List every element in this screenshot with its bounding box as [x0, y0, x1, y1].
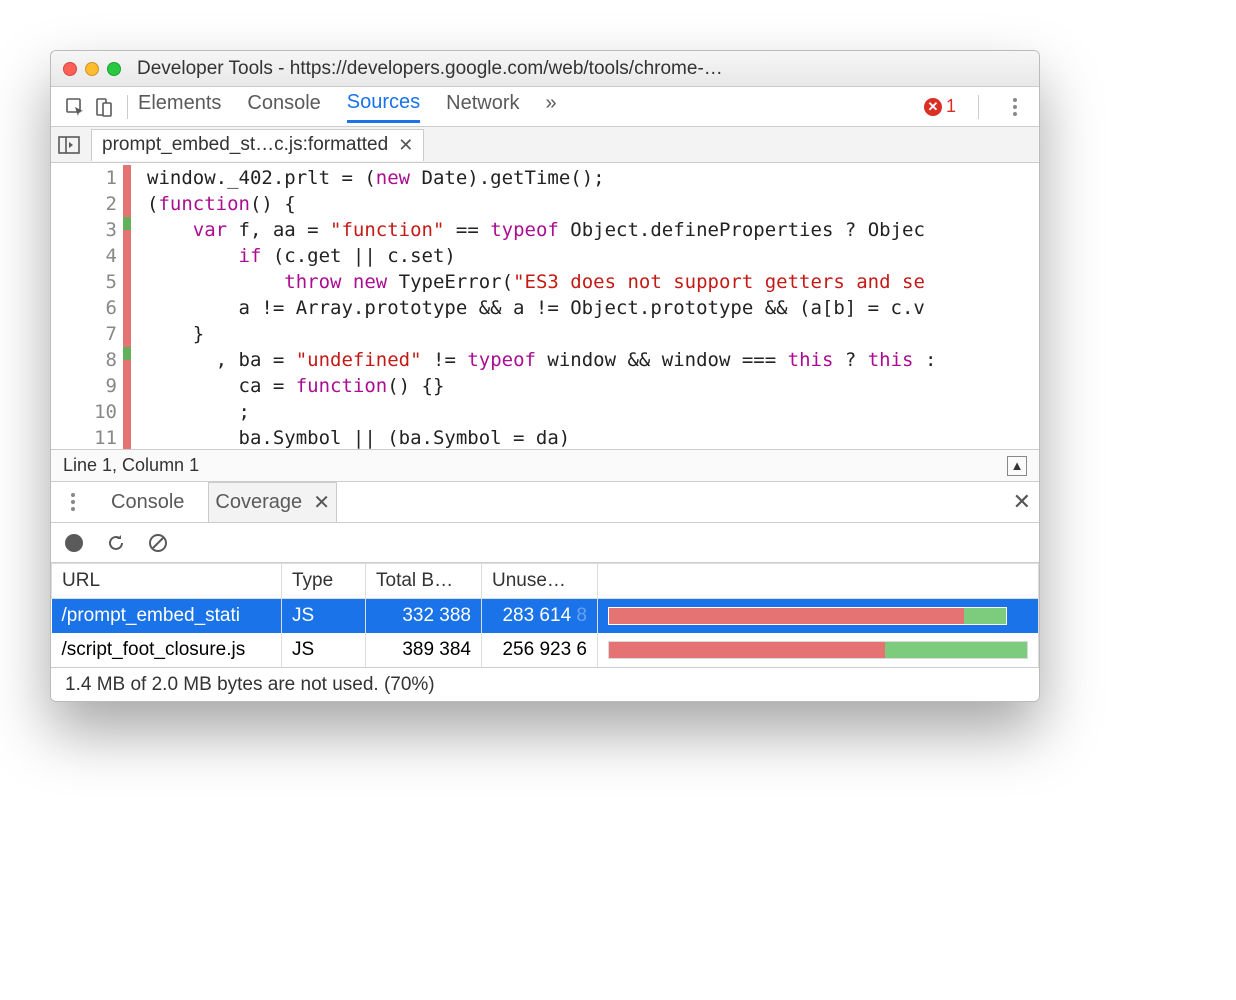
col-type[interactable]: Type: [282, 564, 366, 599]
main-toolbar: Elements Console Sources Network » ✕ 1: [51, 87, 1039, 127]
code-line[interactable]: window._402.prlt = (new Date).getTime();: [147, 165, 1039, 191]
separator: [127, 95, 128, 119]
expand-drawer-icon[interactable]: ▲: [1007, 456, 1027, 476]
code-line[interactable]: if (c.get || c.set): [147, 243, 1039, 269]
zoom-window-button[interactable]: [107, 62, 121, 76]
coverage-marker: [123, 191, 131, 217]
line-number[interactable]: 1: [51, 165, 117, 191]
close-tab-icon[interactable]: ✕: [398, 135, 413, 156]
line-number[interactable]: 10: [51, 399, 117, 425]
code-line[interactable]: ;: [147, 399, 1039, 425]
error-icon: ✕: [924, 98, 942, 116]
code-editor[interactable]: 1234567891011 window._402.prlt = (new Da…: [51, 163, 1039, 449]
drawer-tab-console[interactable]: Console: [105, 482, 190, 522]
error-badge[interactable]: ✕ 1: [924, 96, 956, 117]
code-line[interactable]: , ba = "undefined" != typeof window && w…: [147, 347, 1039, 373]
table-header-row: URL Type Total B… Unuse…: [52, 564, 1039, 599]
drawer-tabstrip: Console Coverage ✕ ✕: [51, 481, 1039, 523]
coverage-marker: [123, 217, 131, 243]
coverage-table: URL Type Total B… Unuse… /prompt_embed_s…: [51, 563, 1039, 667]
gutter: 1234567891011: [51, 163, 137, 449]
line-number[interactable]: 5: [51, 269, 117, 295]
code-line[interactable]: a != Array.prototype && a != Object.prot…: [147, 295, 1039, 321]
coverage-marker: [123, 165, 131, 191]
code-line[interactable]: (function() {: [147, 191, 1039, 217]
tab-elements[interactable]: Elements: [138, 92, 221, 121]
reload-icon[interactable]: [105, 532, 127, 554]
separator: [978, 95, 979, 119]
code-line[interactable]: ba.Symbol || (ba.Symbol = da): [147, 425, 1039, 449]
coverage-row[interactable]: /script_foot_closure.jsJS389 384256 923 …: [52, 633, 1039, 667]
cell-total: 332 388: [366, 599, 482, 634]
close-window-button[interactable]: [63, 62, 77, 76]
file-tab[interactable]: prompt_embed_st…c.js:formatted ✕: [91, 129, 424, 161]
cell-bar: [598, 599, 1039, 634]
line-number[interactable]: 4: [51, 243, 117, 269]
cell-unused: 256 923 6: [482, 633, 598, 667]
cursor-position: Line 1, Column 1: [63, 455, 199, 476]
kebab-menu-icon[interactable]: [1001, 93, 1029, 121]
devtools-window: Developer Tools - https://developers.goo…: [50, 50, 1040, 702]
code-line[interactable]: }: [147, 321, 1039, 347]
tab-sources[interactable]: Sources: [347, 91, 420, 123]
cell-type: JS: [282, 599, 366, 634]
coverage-toolbar: [51, 523, 1039, 563]
code-line[interactable]: ca = function() {}: [147, 373, 1039, 399]
coverage-marker: [123, 295, 131, 321]
coverage-marker: [123, 269, 131, 295]
inspect-element-icon[interactable]: [61, 93, 89, 121]
tab-network[interactable]: Network: [446, 92, 519, 121]
tab-overflow-icon[interactable]: »: [546, 92, 557, 121]
coverage-marker: [123, 321, 131, 347]
cell-unused: 283 614 8: [482, 599, 598, 634]
close-tab-icon[interactable]: ✕: [313, 490, 330, 515]
close-drawer-icon[interactable]: ✕: [1013, 489, 1031, 515]
record-button[interactable]: [63, 532, 85, 554]
code-body[interactable]: window._402.prlt = (new Date).getTime();…: [137, 163, 1039, 449]
cell-url: /prompt_embed_stati: [52, 599, 282, 634]
col-unused[interactable]: Unuse…: [482, 564, 598, 599]
cell-bar: [598, 633, 1039, 667]
titlebar: Developer Tools - https://developers.goo…: [51, 51, 1039, 87]
minimize-window-button[interactable]: [85, 62, 99, 76]
coverage-summary: 1.4 MB of 2.0 MB bytes are not used. (70…: [51, 667, 1039, 701]
traffic-lights: [63, 62, 121, 76]
line-number[interactable]: 6: [51, 295, 117, 321]
device-toggle-icon[interactable]: [89, 93, 117, 121]
line-number[interactable]: 3: [51, 217, 117, 243]
file-tabstrip: prompt_embed_st…c.js:formatted ✕: [51, 127, 1039, 163]
cell-type: JS: [282, 633, 366, 667]
drawer-menu-icon[interactable]: [59, 488, 87, 516]
window-title: Developer Tools - https://developers.goo…: [129, 58, 1027, 80]
coverage-marker: [123, 373, 131, 399]
col-bar: [598, 564, 1039, 599]
coverage-marker: [123, 243, 131, 269]
col-url[interactable]: URL: [52, 564, 282, 599]
navigator-toggle-icon[interactable]: [51, 136, 87, 154]
cell-total: 389 384: [366, 633, 482, 667]
line-number[interactable]: 9: [51, 373, 117, 399]
error-count: 1: [946, 96, 956, 117]
line-number[interactable]: 2: [51, 191, 117, 217]
coverage-row[interactable]: /prompt_embed_statiJS332 388283 614 8: [52, 599, 1039, 634]
tab-console[interactable]: Console: [247, 92, 320, 121]
line-number[interactable]: 8: [51, 347, 117, 373]
code-line[interactable]: var f, aa = "function" == typeof Object.…: [147, 217, 1039, 243]
line-number[interactable]: 7: [51, 321, 117, 347]
line-number[interactable]: 11: [51, 425, 117, 449]
file-tab-label: prompt_embed_st…c.js:formatted: [102, 134, 388, 156]
panel-tabs: Elements Console Sources Network »: [138, 91, 924, 123]
coverage-marker: [123, 347, 131, 373]
col-total[interactable]: Total B…: [366, 564, 482, 599]
cell-url: /script_foot_closure.js: [52, 633, 282, 667]
code-line[interactable]: throw new TypeError("ES3 does not suppor…: [147, 269, 1039, 295]
coverage-marker: [123, 399, 131, 425]
clear-icon[interactable]: [147, 532, 169, 554]
drawer-tab-coverage[interactable]: Coverage ✕: [208, 482, 337, 522]
editor-statusbar: Line 1, Column 1 ▲: [51, 449, 1039, 481]
coverage-marker: [123, 425, 131, 449]
